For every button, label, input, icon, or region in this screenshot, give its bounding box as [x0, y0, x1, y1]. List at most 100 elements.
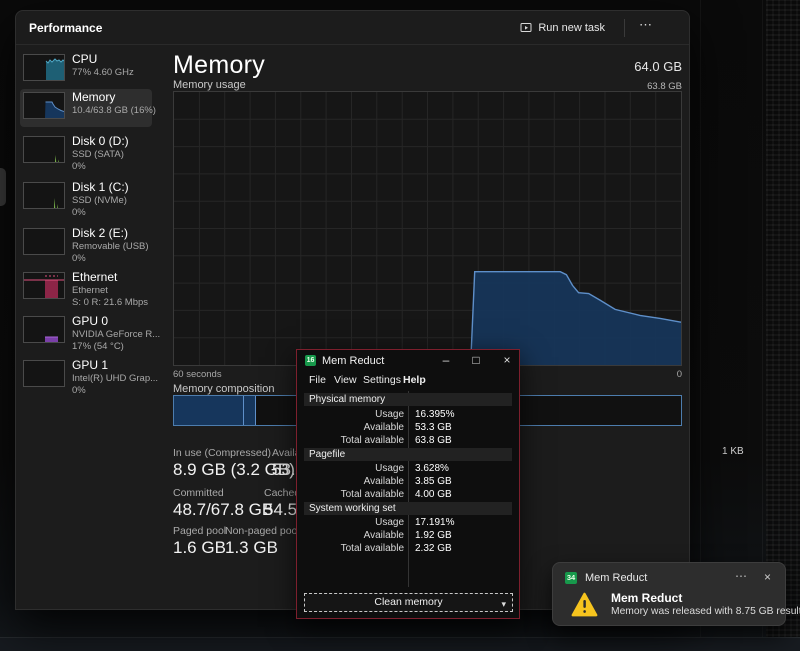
mem-reduct-title: Mem Reduct: [322, 355, 384, 367]
background-window-edge: [762, 0, 763, 651]
disk0-mini-graph: [23, 136, 65, 163]
sidebar-item-detail: SSD (NVMe): [72, 195, 127, 206]
sidebar-item-detail: NVIDIA GeForce R...: [72, 329, 160, 340]
composition-segment-in-use: [174, 396, 244, 425]
warning-icon: [571, 592, 598, 622]
sidebar-item-disk1[interactable]: Disk 1 (C:) SSD (NVMe) 0%: [20, 179, 152, 223]
wallpaper-dither-strip: [766, 0, 800, 651]
clean-memory-label: Clean memory: [374, 596, 442, 608]
sidebar-item-label: GPU 0: [72, 314, 108, 328]
stat-label-cached: Cached: [264, 487, 300, 499]
stat-label-committed: Committed: [173, 487, 224, 499]
sidebar-item-label: CPU: [72, 52, 97, 66]
row-label: Total available: [304, 435, 404, 446]
stat-label-paged-pool: Paged pool: [173, 525, 226, 537]
close-button[interactable]: ×: [500, 353, 514, 367]
sidebar-item-label: Ethernet: [72, 270, 117, 284]
stat-value-committed: 48.7/67.8 GB: [173, 500, 273, 520]
menu-help[interactable]: Help: [403, 374, 426, 386]
row-value: 17.191%: [415, 517, 454, 528]
run-new-task-label: Run new task: [538, 22, 605, 34]
menu-file[interactable]: File: [309, 374, 326, 386]
chevron-down-icon[interactable]: ▾: [501, 596, 506, 613]
taskbar-edge: [0, 637, 800, 651]
stat-label-non-paged-pool: Non-paged pool: [225, 525, 300, 537]
toolbar-divider: [624, 19, 625, 37]
row-label: Usage: [304, 463, 404, 474]
memory-composition-label: Memory composition: [173, 383, 274, 395]
row-label: Available: [304, 530, 404, 541]
sidebar-item-disk2[interactable]: Disk 2 (E:) Removable (USB) 0%: [20, 225, 152, 269]
run-new-task-button[interactable]: Run new task: [514, 17, 611, 39]
row-value: 4.00 GB: [415, 489, 452, 500]
memory-usage-graph: [173, 91, 682, 366]
row-value: 3.628%: [415, 463, 449, 474]
clean-memory-button[interactable]: Clean memory ▾: [304, 593, 513, 612]
column-divider: [408, 391, 409, 587]
background-scale-label: 1 KB: [722, 446, 744, 457]
row-label: Usage: [304, 517, 404, 528]
menu-view[interactable]: View: [334, 374, 357, 386]
task-manager-titlebar[interactable]: Performance Run new task ⋯: [16, 11, 689, 45]
sidebar-item-label: Memory: [72, 90, 115, 104]
sidebar-item-value: 0%: [72, 207, 86, 218]
gpu0-mini-graph: [23, 316, 65, 343]
sidebar-item-detail: 10.4/63.8 GB (16%): [72, 105, 156, 116]
section-system-working-set: System working set: [304, 502, 512, 515]
sidebar-item-memory[interactable]: Memory 10.4/63.8 GB (16%): [20, 89, 152, 127]
memory-mini-graph: [23, 92, 65, 119]
sidebar-item-value: 0%: [72, 253, 86, 264]
toast-close-icon[interactable]: ×: [764, 570, 771, 584]
mem-reduct-tray-icon: 34: [565, 572, 577, 584]
page-title: Performance: [29, 21, 102, 35]
sidebar-item-ethernet[interactable]: Ethernet Ethernet S: 0 R: 21.6 Mbps: [20, 269, 152, 313]
sidebar-item-gpu1[interactable]: GPU 1 Intel(R) UHD Grap... 0%: [20, 357, 152, 401]
sidebar-item-detail: Removable (USB): [72, 241, 149, 252]
sidebar-item-value: 0%: [72, 161, 86, 172]
gpu1-mini-graph: [23, 360, 65, 387]
row-value: 3.85 GB: [415, 476, 452, 487]
toast-more-button[interactable]: ⋯: [735, 569, 747, 583]
row-label: Usage: [304, 409, 404, 420]
disk1-mini-graph: [23, 182, 65, 209]
row-label: Total available: [304, 489, 404, 500]
row-label: Available: [304, 476, 404, 487]
maximize-button[interactable]: □: [469, 353, 483, 367]
sidebar-item-cpu[interactable]: CPU 77% 4.60 GHz: [20, 51, 152, 87]
cpu-mini-graph: [23, 54, 65, 81]
stat-value-non-paged-pool: 1.3 GB: [225, 538, 278, 558]
sidebar-item-value: 17% (54 °C): [72, 341, 124, 352]
sidebar-item-detail: Ethernet: [72, 285, 108, 296]
more-options-button[interactable]: ⋯: [639, 17, 653, 33]
row-value: 2.32 GB: [415, 543, 452, 554]
composition-segment-modified: [244, 396, 256, 425]
memory-total-capacity: 64.0 GB: [173, 59, 682, 74]
run-new-task-icon: [520, 22, 532, 34]
sidebar-item-detail: Intel(R) UHD Grap...: [72, 373, 158, 384]
minimize-button[interactable]: –: [439, 353, 453, 367]
mem-reduct-titlebar[interactable]: 16 Mem Reduct – □ ×: [297, 350, 519, 371]
sidebar-item-gpu0[interactable]: GPU 0 NVIDIA GeForce R... 17% (54 °C): [20, 313, 152, 357]
row-value: 16.395%: [415, 409, 454, 420]
sidebar-item-disk0[interactable]: Disk 0 (D:) SSD (SATA) 0%: [20, 133, 152, 177]
sidebar-item-detail: 77% 4.60 GHz: [72, 67, 134, 78]
toast-app-name: Mem Reduct: [585, 572, 647, 584]
ethernet-mini-graph: [23, 272, 65, 299]
row-label: Available: [304, 422, 404, 433]
sidebar-item-label: Disk 2 (E:): [72, 226, 128, 240]
mem-reduct-menubar: File View Settings Help: [297, 371, 519, 389]
sidebar-item-value: 0%: [72, 385, 86, 396]
menu-settings[interactable]: Settings: [363, 374, 401, 386]
sidebar-item-label: GPU 1: [72, 358, 108, 372]
sidebar-item-label: Disk 0 (D:): [72, 134, 129, 148]
sidebar-item-detail: SSD (SATA): [72, 149, 124, 160]
row-value: 63.8 GB: [415, 435, 452, 446]
toast-message: Memory was released with 8.75 GB result.: [611, 606, 800, 617]
toast-title: Mem Reduct: [611, 591, 682, 605]
notification-toast[interactable]: 34 Mem Reduct ⋯ × Mem Reduct Memory was …: [552, 562, 786, 626]
sidebar-item-label: Disk 1 (C:): [72, 180, 129, 194]
mem-reduct-window: 16 Mem Reduct – □ × File View Settings H…: [296, 349, 520, 619]
mem-reduct-app-icon: 16: [305, 355, 316, 366]
background-window-edge: [700, 0, 701, 651]
disk2-mini-graph: [23, 228, 65, 255]
